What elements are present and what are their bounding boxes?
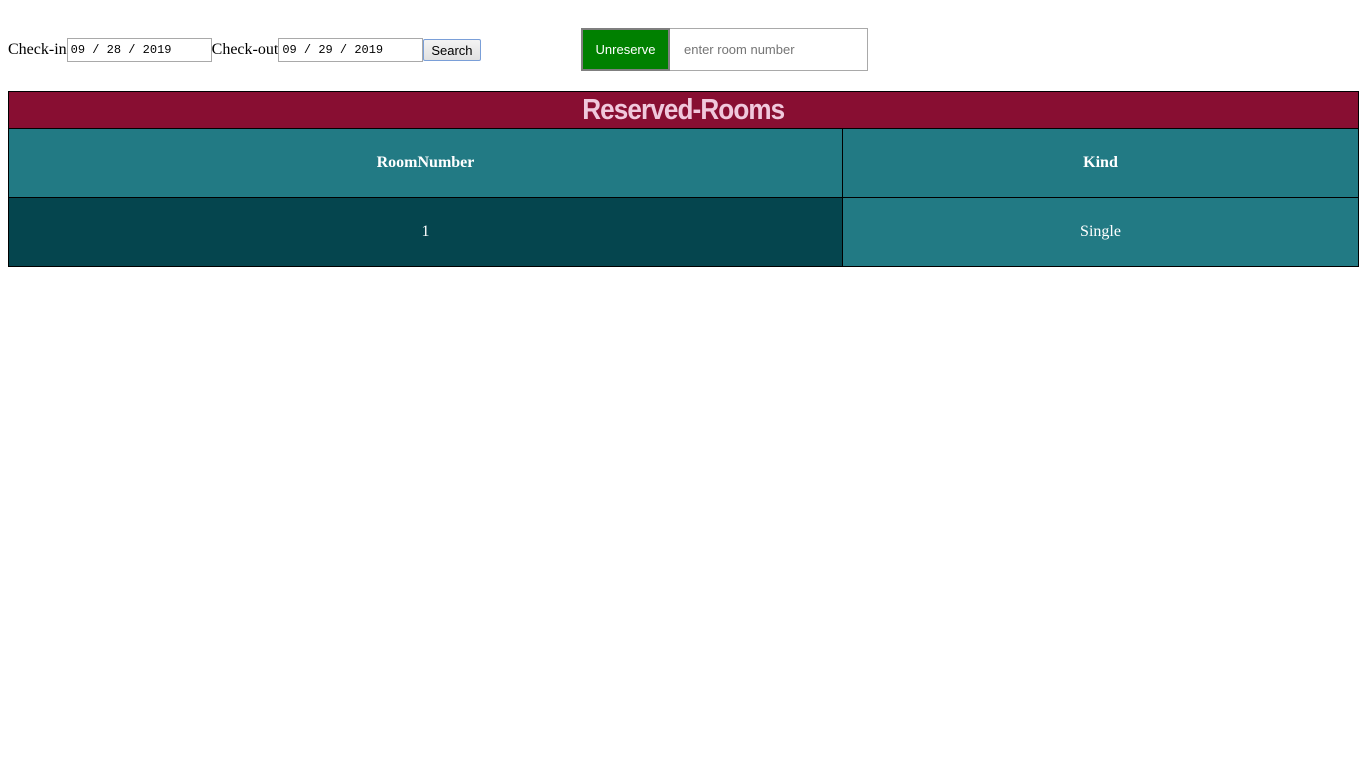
column-header-kind: Kind [842, 128, 1359, 198]
table-title: Reserved-Rooms [8, 91, 1359, 129]
checkin-date-value: 09 / 28 / 2019 [70, 43, 172, 57]
table-header-row: RoomNumber Kind [8, 128, 1359, 198]
checkout-date-input[interactable]: 09 / 29 / 2019 [278, 38, 424, 62]
unreserve-button[interactable]: Unreserve [581, 28, 670, 71]
checkin-date-input[interactable]: 09 / 28 / 2019 [66, 38, 212, 62]
room-number-input[interactable]: enter room number [670, 28, 868, 71]
room-number-placeholder: enter room number [684, 42, 795, 57]
reserved-rooms-table: Reserved-Rooms RoomNumber Kind 1 Single [8, 91, 1359, 267]
room-number-cell: 1 [8, 197, 843, 267]
room-kind-cell: Single [842, 197, 1359, 267]
unreserve-form: Unreserve enter room number [581, 28, 868, 71]
table-row: 1 Single [8, 197, 1359, 267]
table-caption-row: Reserved-Rooms [8, 91, 1359, 129]
date-search-form: Check-in 09 / 28 / 2019 Check-out 09 / 2… [8, 38, 481, 62]
column-header-room-number: RoomNumber [8, 128, 843, 198]
search-button[interactable]: Search [423, 39, 481, 61]
checkout-label: Check-out [211, 41, 279, 58]
table-title-text: Reserved-Rooms [582, 93, 785, 126]
checkin-label: Check-in [8, 41, 67, 58]
checkout-date-value: 09 / 29 / 2019 [282, 43, 384, 57]
